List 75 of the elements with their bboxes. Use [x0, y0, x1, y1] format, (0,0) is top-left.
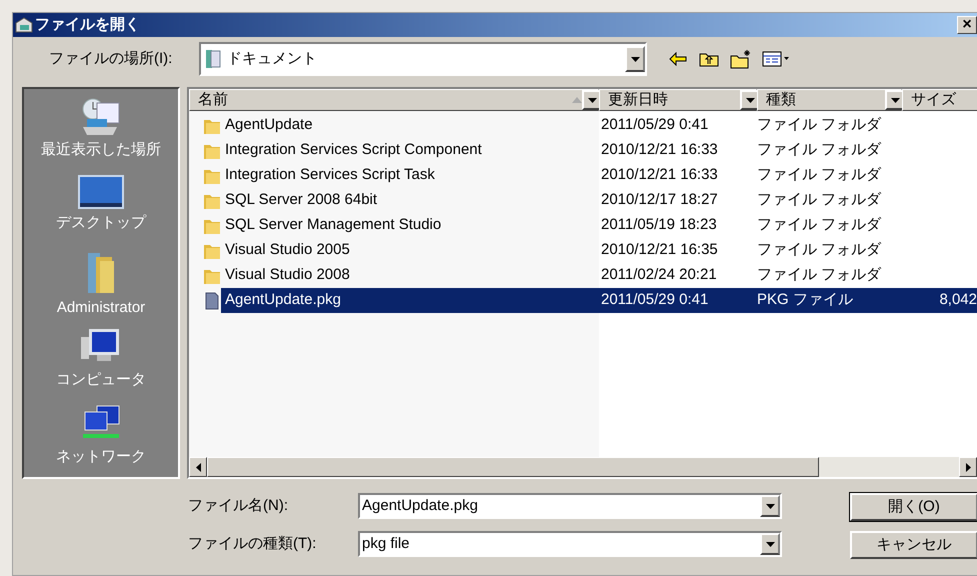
type-cell-text: ファイル フォルダ — [757, 190, 882, 210]
place-item[interactable]: デスクトップ — [56, 174, 146, 247]
caret-icon — [746, 98, 754, 102]
column-header[interactable]: 名前 — [189, 89, 599, 111]
place-item[interactable]: Administrator — [56, 250, 146, 324]
file-name-cell-text: SQL Server 2008 64bit — [224, 190, 378, 210]
file-name-cell-text: Visual Studio 2008 — [224, 265, 351, 286]
date-cell-text: 2010/12/21 16:33 — [601, 165, 719, 186]
list-view-icon — [762, 51, 790, 67]
file-name-cell-text: Visual Studio 2005 — [224, 240, 351, 260]
caret-icon — [890, 98, 900, 102]
date-cell-text: 2011/05/19 18:23 — [601, 215, 718, 236]
file-name-cell-text: AgentUpdate — [224, 115, 314, 136]
file-name-cell-text: Integration Services Script Task — [224, 165, 436, 186]
field-label: ファイル名(N): — [188, 496, 289, 516]
file-name-cell-text: AgentUpdate.pkg — [224, 290, 342, 310]
file-name-cell-text: Integration Services Script Component — [224, 140, 483, 160]
caret-icon — [630, 56, 640, 62]
type-cell-text: ファイル フォルダ — [757, 265, 882, 286]
file-icon — [203, 292, 221, 310]
window-icon — [15, 17, 33, 33]
dropdown-arrow-button[interactable] — [625, 46, 645, 72]
new-folder-icon — [730, 49, 752, 69]
dropdown-arrow-button[interactable] — [760, 533, 780, 555]
type-cell-text: ファイル フォルダ — [757, 140, 882, 160]
desktop-icon — [77, 174, 125, 210]
combo-field[interactable]: AgentUpdate.pkg — [358, 493, 782, 519]
column-header[interactable]: サイズ — [902, 89, 977, 111]
new-folder-button[interactable] — [729, 48, 753, 70]
user-folder-icon — [86, 250, 116, 295]
date-cell-text: 2011/02/24 20:21 — [601, 265, 718, 286]
file-name-cell-text: SQL Server Management Studio — [224, 215, 442, 236]
library-icon — [205, 49, 221, 69]
type-cell-text: ファイル フォルダ — [757, 115, 882, 136]
window-title: ファイルを開く — [35, 14, 140, 35]
scrollbar-thumb[interactable] — [207, 457, 819, 477]
type-cell-text: ファイル フォルダ — [757, 165, 882, 186]
left-arrow-icon — [196, 462, 200, 472]
column-header[interactable]: 種類 — [757, 89, 902, 111]
horizontal-scrollbar[interactable] — [189, 457, 977, 477]
dropdown-arrow-button[interactable] — [760, 495, 780, 517]
date-cell-text: 2010/12/21 16:33 — [601, 140, 719, 160]
file-row[interactable]: Integration Services Script Task 2010/12/21 16:33 ファイル フォルダ — [189, 163, 977, 188]
close-button[interactable]: × — [957, 16, 977, 34]
caret-icon — [766, 542, 774, 546]
date-cell-text: 2010/12/17 18:27 — [601, 190, 719, 210]
type-cell-text: PKG ファイル — [757, 290, 854, 310]
file-row[interactable]: Visual Studio 2008 2011/02/24 20:21 ファイル フォルダ — [189, 263, 977, 288]
file-row[interactable]: SQL Server Management Studio 2011/05/19 18:23 ファイル フォルダ — [189, 213, 977, 238]
right-arrow-icon — [966, 462, 970, 472]
location-value: ドキュメント — [227, 48, 318, 69]
caret-icon — [766, 504, 774, 508]
dialog-button[interactable]: キャンセル — [850, 531, 977, 559]
combo-field[interactable]: pkg file — [358, 531, 782, 557]
left-arrow-icon — [669, 52, 687, 66]
file-row[interactable]: Visual Studio 2005 2010/12/21 16:35 ファイル フォルダ — [189, 238, 977, 263]
place-item[interactable]: コンピュータ — [56, 327, 146, 400]
field-label: ファイルの種類(T): — [188, 534, 318, 554]
file-row[interactable]: Integration Services Script Component 2010/12/21 16:33 ファイル フォルダ — [189, 138, 977, 163]
caret-icon — [588, 98, 596, 102]
file-row[interactable]: AgentUpdate 2011/05/29 0:41 ファイル フォルダ — [189, 113, 977, 138]
date-cell-text: 2011/05/29 0:41 — [601, 290, 710, 310]
place-item[interactable]: 最近表示した場所 — [41, 97, 161, 170]
file-row[interactable]: SQL Server 2008 64bit 2010/12/17 18:27 ファイル フォルダ — [189, 188, 977, 213]
folder-up-icon — [699, 51, 719, 67]
location-label: ファイルの場所(I): — [49, 48, 174, 69]
type-cell-text: ファイル フォルダ — [757, 240, 882, 260]
date-cell-text: 2011/05/29 0:41 — [601, 115, 710, 136]
type-cell-text: ファイル フォルダ — [757, 215, 882, 236]
place-item[interactable]: ネットワーク — [56, 404, 146, 477]
column-header[interactable]: 更新日時 — [599, 89, 757, 111]
size-cell-text: 8,042 — [938, 290, 977, 310]
dialog-button[interactable]: 開く(O) — [850, 493, 977, 521]
location-dropdown[interactable]: ドキュメント — [199, 42, 647, 76]
date-cell-text: 2010/12/21 16:35 — [601, 240, 719, 260]
